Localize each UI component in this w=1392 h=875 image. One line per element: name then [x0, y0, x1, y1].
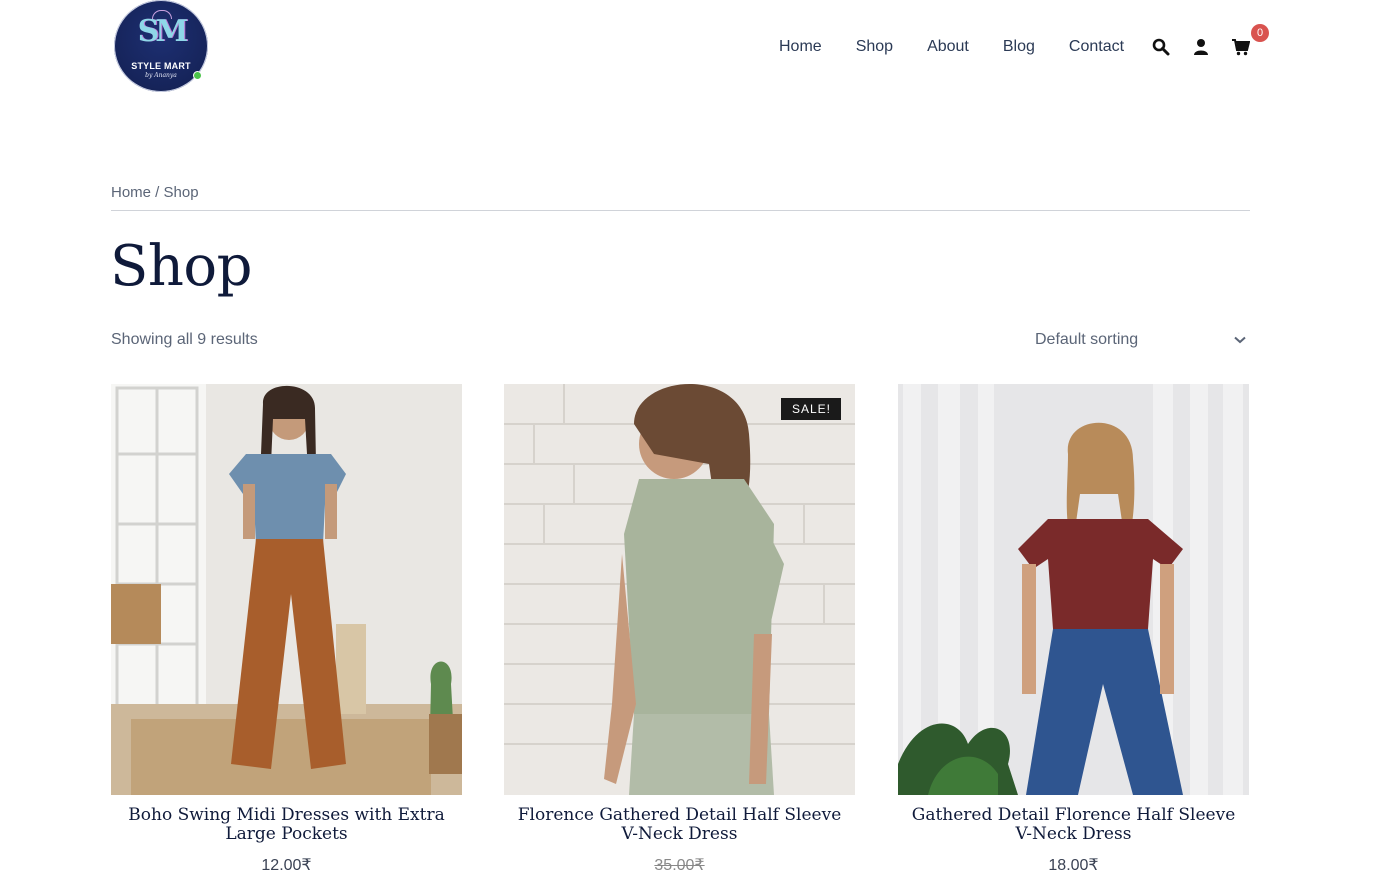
- status-dot: [193, 71, 202, 80]
- sorting-value: Default sorting: [1035, 331, 1139, 348]
- logo-monogram: SM: [137, 14, 189, 49]
- breadcrumb: Home / Shop: [111, 184, 199, 201]
- result-count: Showing all 9 results: [111, 331, 258, 348]
- breadcrumb-home[interactable]: Home: [111, 184, 151, 201]
- product-card[interactable]: SALE! Florence Gathered Detail Half Slee…: [504, 384, 855, 875]
- search-icon[interactable]: [1152, 38, 1170, 56]
- nav-shop[interactable]: Shop: [856, 38, 893, 56]
- product-price: 35.00₹: [654, 857, 705, 874]
- chevron-down-icon: [1234, 331, 1246, 349]
- product-title[interactable]: Gathered Detail Florence Half Sleeve V-N…: [898, 806, 1249, 844]
- logo-brand-name: STYLE MART: [131, 61, 191, 71]
- main-nav: Home Shop About Blog Contact: [760, 36, 1141, 58]
- nav-contact[interactable]: Contact: [1069, 38, 1124, 56]
- product-title[interactable]: Florence Gathered Detail Half Sleeve V-N…: [504, 806, 855, 844]
- user-icon[interactable]: [1192, 38, 1210, 56]
- product-card[interactable]: Gathered Detail Florence Half Sleeve V-N…: [898, 384, 1249, 875]
- product-image[interactable]: SALE!: [504, 384, 855, 795]
- sale-badge: SALE!: [780, 398, 841, 420]
- product-price: 12.00₹: [261, 857, 312, 874]
- product-price: 18.00₹: [1048, 857, 1099, 874]
- divider: [111, 210, 1250, 211]
- cart-icon[interactable]: [1232, 38, 1251, 56]
- product-card[interactable]: Boho Swing Midi Dresses with Extra Large…: [111, 384, 462, 875]
- nav-home[interactable]: Home: [779, 38, 822, 56]
- product-title[interactable]: Boho Swing Midi Dresses with Extra Large…: [111, 806, 462, 844]
- product-image[interactable]: [898, 384, 1249, 795]
- site-logo[interactable]: SM STYLE MART by Ananya: [114, 0, 208, 92]
- nav-blog[interactable]: Blog: [1003, 38, 1035, 56]
- breadcrumb-separator: /: [151, 184, 164, 201]
- sorting-select[interactable]: Default sorting: [1020, 326, 1250, 354]
- cart-count-badge: 0: [1251, 24, 1269, 42]
- product-image[interactable]: [111, 384, 462, 795]
- page-title: Shop: [110, 234, 253, 299]
- breadcrumb-current: Shop: [163, 184, 199, 201]
- nav-about[interactable]: About: [927, 38, 969, 56]
